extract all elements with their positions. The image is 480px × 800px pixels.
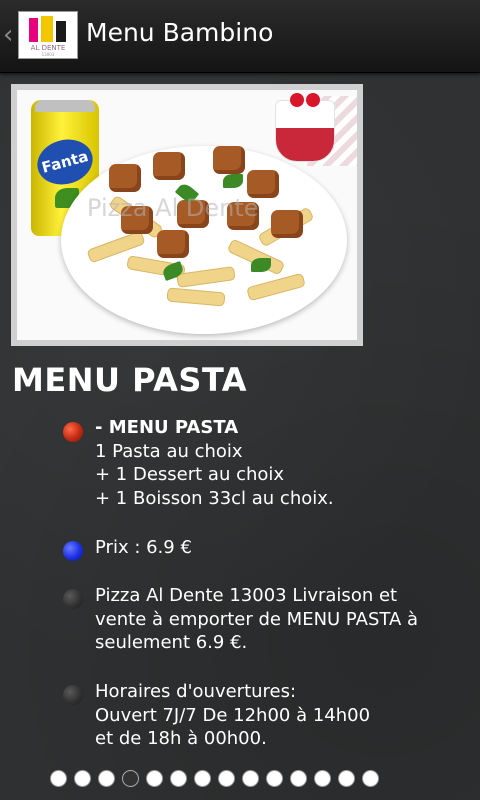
list-item: - MENU PASTA 1 Pasta au choix + 1 Desser…: [95, 416, 334, 510]
pager-dot-active[interactable]: [122, 770, 139, 787]
pager-dot[interactable]: [194, 770, 211, 787]
action-bar: ‹ AL DENTE 13003 Menu Bambino: [0, 0, 480, 73]
bullet-grey-icon: [63, 589, 83, 609]
list-item: Horaires d'ouvertures: Ouvert 7J/7 De 12…: [95, 680, 370, 751]
bullet-red-icon: [63, 422, 83, 442]
pager-dot[interactable]: [314, 770, 331, 787]
item-line: Pizza Al Dente 13003 Livraison et: [95, 585, 398, 606]
logo-subtext: 13003: [41, 52, 55, 57]
photo-watermark: Pizza Al Dente: [87, 194, 259, 222]
item-heading: - MENU PASTA: [95, 417, 239, 438]
menu-photo: Fanta Pizza Al Dente: [17, 90, 357, 340]
item-line: vente à emporter de MENU PASTA à: [95, 608, 419, 630]
pager-dot[interactable]: [338, 770, 355, 787]
logo-text: AL DENTE: [30, 44, 66, 52]
item-line: Horaires d'ouvertures:: [95, 681, 297, 702]
item-line: 1 Pasta au choix: [95, 440, 243, 462]
pager-dot[interactable]: [98, 770, 115, 787]
menu-photo-frame[interactable]: Fanta Pizza Al Dente: [11, 84, 363, 346]
app-logo[interactable]: AL DENTE 13003: [18, 11, 78, 59]
pager-dot[interactable]: [146, 770, 163, 787]
item-line: seulement 6.9 €.: [95, 632, 248, 653]
item-line: Ouvert 7J/7 De 12h00 à 14h00: [95, 704, 371, 726]
price-item: Prix : 6.9 €: [95, 536, 192, 560]
page-title: Menu Bambino: [86, 18, 274, 47]
logo-bar-black: [56, 21, 66, 42]
back-chevron-icon[interactable]: ‹: [3, 20, 17, 50]
can-brand-label: Fanta: [32, 133, 98, 191]
pager-dot[interactable]: [266, 770, 283, 787]
pager-dot[interactable]: [362, 770, 379, 787]
pager-dot[interactable]: [74, 770, 91, 787]
pager-dot[interactable]: [218, 770, 235, 787]
menu-heading: MENU PASTA: [12, 361, 248, 399]
pager-dot[interactable]: [170, 770, 187, 787]
price-text: Prix : 6.9 €: [95, 537, 192, 558]
item-line: + 1 Boisson 33cl au choix.: [95, 487, 334, 509]
pager-dot[interactable]: [50, 770, 67, 787]
plate-graphic: [61, 146, 347, 334]
logo-bar-pink: [29, 18, 38, 42]
dessert-glass-graphic: [275, 93, 335, 162]
pager-dot[interactable]: [242, 770, 259, 787]
pager-dot[interactable]: [290, 770, 307, 787]
item-line: + 1 Dessert au choix: [95, 464, 285, 485]
bullet-grey-icon: [63, 685, 83, 705]
logo-bar-yellow: [41, 16, 53, 42]
bullet-blue-icon: [63, 541, 83, 561]
list-item: Pizza Al Dente 13003 Livraison et vente …: [95, 584, 418, 655]
page-indicator: [50, 770, 379, 790]
item-line: et de 18h à 00h00.: [95, 728, 267, 749]
